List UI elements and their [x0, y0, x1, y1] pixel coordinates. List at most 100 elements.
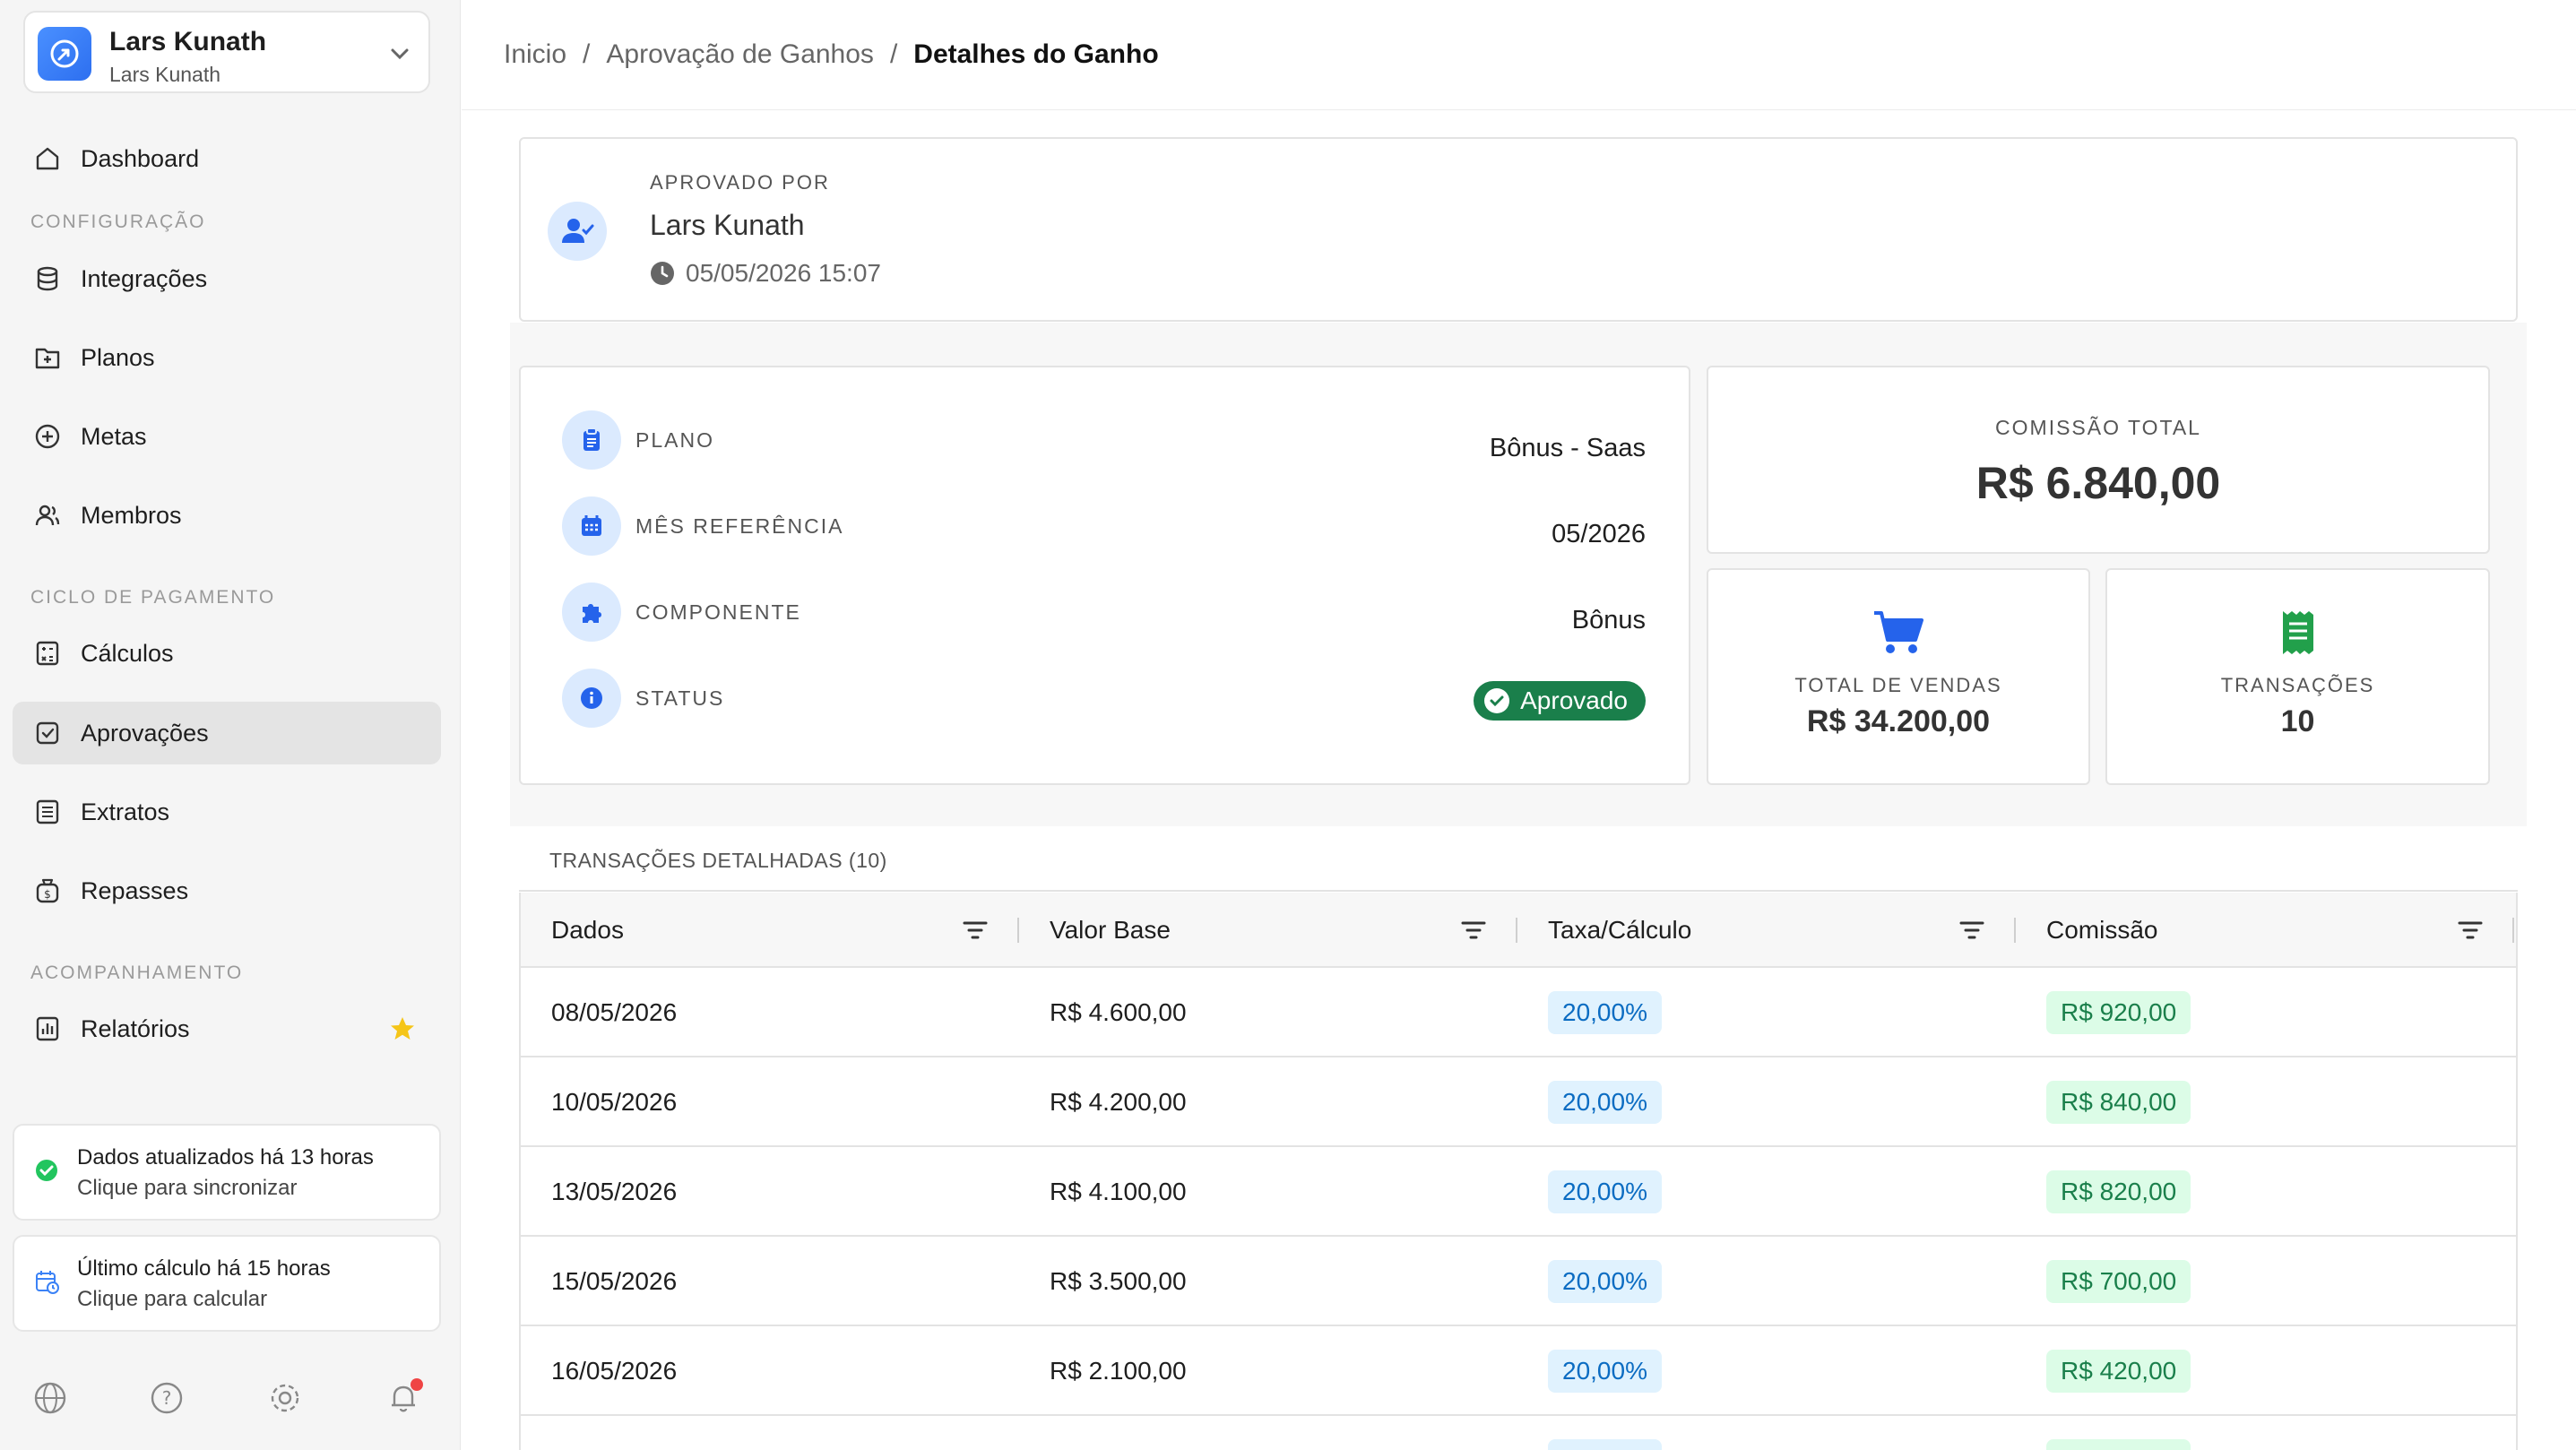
- column-header-label: Comissão: [2046, 916, 2158, 944]
- workspace-logo-icon: [38, 27, 91, 81]
- total-commission-label: COMISSÃO TOTAL: [1995, 416, 2201, 439]
- transactions-count-value: 10: [2280, 704, 2315, 738]
- sidebar-item-relatorios[interactable]: Relatórios: [13, 997, 441, 1060]
- column-header-comissao[interactable]: Comissão: [2016, 893, 2514, 968]
- sidebar-item-repasses[interactable]: $ Repasses: [13, 859, 441, 922]
- sidebar-item-label: Membros: [81, 501, 182, 529]
- table-row[interactable]: 15/05/2026 R$ 3.500,00 20,00% R$ 700,00: [521, 1237, 2516, 1326]
- filter-icon[interactable]: [1460, 918, 1487, 943]
- table-row[interactable]: 08/05/2026 R$ 4.600,00 20,00% R$ 920,00: [521, 968, 2516, 1057]
- section-title-configuracao: CONFIGURAÇÃO: [30, 211, 206, 232]
- table-row[interactable]: 10/05/2026 R$ 4.200,00 20,00% R$ 840,00: [521, 1057, 2516, 1147]
- cell-rate: 20,00%: [1517, 968, 1662, 1057]
- notifications-button[interactable]: [385, 1378, 423, 1416]
- column-header-dados[interactable]: Dados: [521, 893, 1019, 968]
- calc-status-card[interactable]: Último cálculo há 15 horas Clique para c…: [13, 1235, 441, 1332]
- puzzle-icon: [562, 583, 621, 642]
- transactions-count-label: TRANSAÇÕES: [2220, 674, 2375, 696]
- user-check-icon: [548, 202, 607, 261]
- plano-value: Bônus - Saas: [1489, 434, 1646, 462]
- star-icon[interactable]: [389, 1015, 416, 1042]
- total-sales-value: R$ 34.200,00: [1806, 704, 1991, 738]
- calc-status-subtitle: Clique para calcular: [77, 1287, 268, 1311]
- total-commission-card: COMISSÃO TOTAL R$ 6.840,00: [1707, 366, 2490, 554]
- help-icon[interactable]: ?: [149, 1380, 185, 1416]
- cell-rate: 20,00%: [1517, 1237, 1662, 1326]
- table-header: Dados Valor Base Taxa/Cálculo Comissão: [521, 893, 2516, 968]
- cell-commission: R$ 920,00: [2016, 968, 2191, 1057]
- sync-status-card[interactable]: Dados atualizados há 13 horas Clique par…: [13, 1124, 441, 1221]
- calculator-icon: [32, 638, 63, 669]
- breadcrumb-current: Detalhes do Ganho: [913, 39, 1159, 69]
- calendar-icon: [562, 496, 621, 556]
- cart-icon: [1874, 611, 1923, 653]
- cell-date: 08/05/2026: [551, 998, 678, 1026]
- commission-pill: R$ 820,00: [2046, 1170, 2191, 1213]
- column-header-valor-base[interactable]: Valor Base: [1019, 893, 1517, 968]
- total-sales-card: TOTAL DE VENDAS R$ 34.200,00: [1707, 568, 2090, 785]
- check-circle-icon: [36, 1160, 57, 1181]
- mes-value: 05/2026: [1552, 520, 1646, 548]
- sidebar-item-calculos[interactable]: Cálculos: [13, 622, 441, 685]
- calendar-clock-icon: [36, 1271, 59, 1294]
- breadcrumb-separator: /: [583, 39, 591, 69]
- cell-rate: 20,00%: [1517, 1416, 1662, 1450]
- check-square-icon: [32, 718, 63, 748]
- table-row[interactable]: 16/05/2026 R$ 2.100,00 20,00% R$ 420,00: [521, 1326, 2516, 1416]
- cell-rate: 20,00%: [1517, 1326, 1662, 1416]
- filter-icon[interactable]: [962, 918, 989, 943]
- total-commission-value: R$ 6.840,00: [1975, 458, 2221, 508]
- total-sales-label: TOTAL DE VENDAS: [1794, 674, 2002, 696]
- sidebar-item-aprovacoes[interactable]: Aprovações: [13, 702, 441, 764]
- componente-value: Bônus: [1571, 606, 1646, 634]
- check-icon: [1484, 688, 1510, 713]
- componente-label: COMPONENTE: [635, 600, 801, 624]
- cell-commission: R$ 840,00: [2016, 1057, 2191, 1147]
- bar-chart-icon: [32, 1014, 63, 1044]
- sidebar-item-planos[interactable]: Planos: [13, 326, 441, 389]
- gear-icon[interactable]: [267, 1380, 303, 1416]
- list-icon: [32, 797, 63, 827]
- account-subtitle: Lars Kunath: [109, 63, 221, 86]
- detail-row-status: STATUS Aprovado: [521, 669, 1689, 731]
- cell-commission: R$ 700,00: [2016, 1237, 2191, 1326]
- account-switcher[interactable]: Lars Kunath Lars Kunath: [23, 11, 430, 93]
- sidebar: Lars Kunath Lars Kunath Dashboard CONFIG…: [0, 0, 461, 1450]
- cell-date: 15/05/2026: [551, 1267, 678, 1295]
- cell-base-value: R$ 4.600,00: [1050, 998, 1187, 1026]
- filter-icon[interactable]: [2457, 918, 2484, 943]
- sidebar-item-label: Planos: [81, 343, 155, 371]
- status-badge-text: Aprovado: [1520, 686, 1628, 714]
- cell-commission: R$ 820,00: [2016, 1147, 2191, 1237]
- sidebar-item-membros[interactable]: Membros: [13, 484, 441, 547]
- sidebar-item-integracoes[interactable]: Integrações: [13, 247, 441, 310]
- table-row[interactable]: 13/05/2026 R$ 4.100,00 20,00% R$ 820,00: [521, 1147, 2516, 1237]
- detail-row-mes: MÊS REFERÊNCIA 05/2026: [521, 496, 1689, 559]
- sidebar-item-extratos[interactable]: Extratos: [13, 781, 441, 843]
- sidebar-item-dashboard[interactable]: Dashboard: [13, 127, 441, 190]
- column-header-label: Valor Base: [1050, 916, 1171, 944]
- sidebar-item-label: Repasses: [81, 876, 189, 904]
- globe-icon[interactable]: [32, 1380, 68, 1416]
- notification-dot: [411, 1378, 423, 1391]
- breadcrumb: Inicio / Aprovação de Ganhos / Detalhes …: [462, 0, 2576, 110]
- commission-pill: R$ 840,00: [2046, 1081, 2191, 1124]
- breadcrumb-parent[interactable]: Aprovação de Ganhos: [606, 39, 874, 70]
- clock-icon: [651, 262, 674, 285]
- rate-pill: 20,00%: [1548, 991, 1662, 1034]
- receipt-icon: [2282, 611, 2313, 654]
- column-header-taxa[interactable]: Taxa/Cálculo: [1517, 893, 2016, 968]
- sync-status-subtitle: Clique para sincronizar: [77, 1176, 298, 1200]
- clipboard-icon: [562, 410, 621, 470]
- filter-icon[interactable]: [1958, 918, 1985, 943]
- cell-base-value: R$ 2.100,00: [1050, 1357, 1187, 1385]
- commission-pill: R$ 700,00: [2046, 1260, 2191, 1303]
- sidebar-item-metas[interactable]: Metas: [13, 405, 441, 468]
- breadcrumb-home[interactable]: Inicio: [504, 39, 566, 70]
- column-header-label: Taxa/Cálculo: [1548, 916, 1692, 944]
- cell-date: 13/05/2026: [551, 1178, 678, 1205]
- cell-date: 20/05/2026: [521, 1416, 677, 1450]
- column-divider[interactable]: [2512, 918, 2514, 943]
- table-row[interactable]: 20/05/2026 R$ 3.100,00 20,00% R$ 620,00: [521, 1416, 2516, 1450]
- cell-commission: R$ 620,00: [2016, 1416, 2191, 1450]
